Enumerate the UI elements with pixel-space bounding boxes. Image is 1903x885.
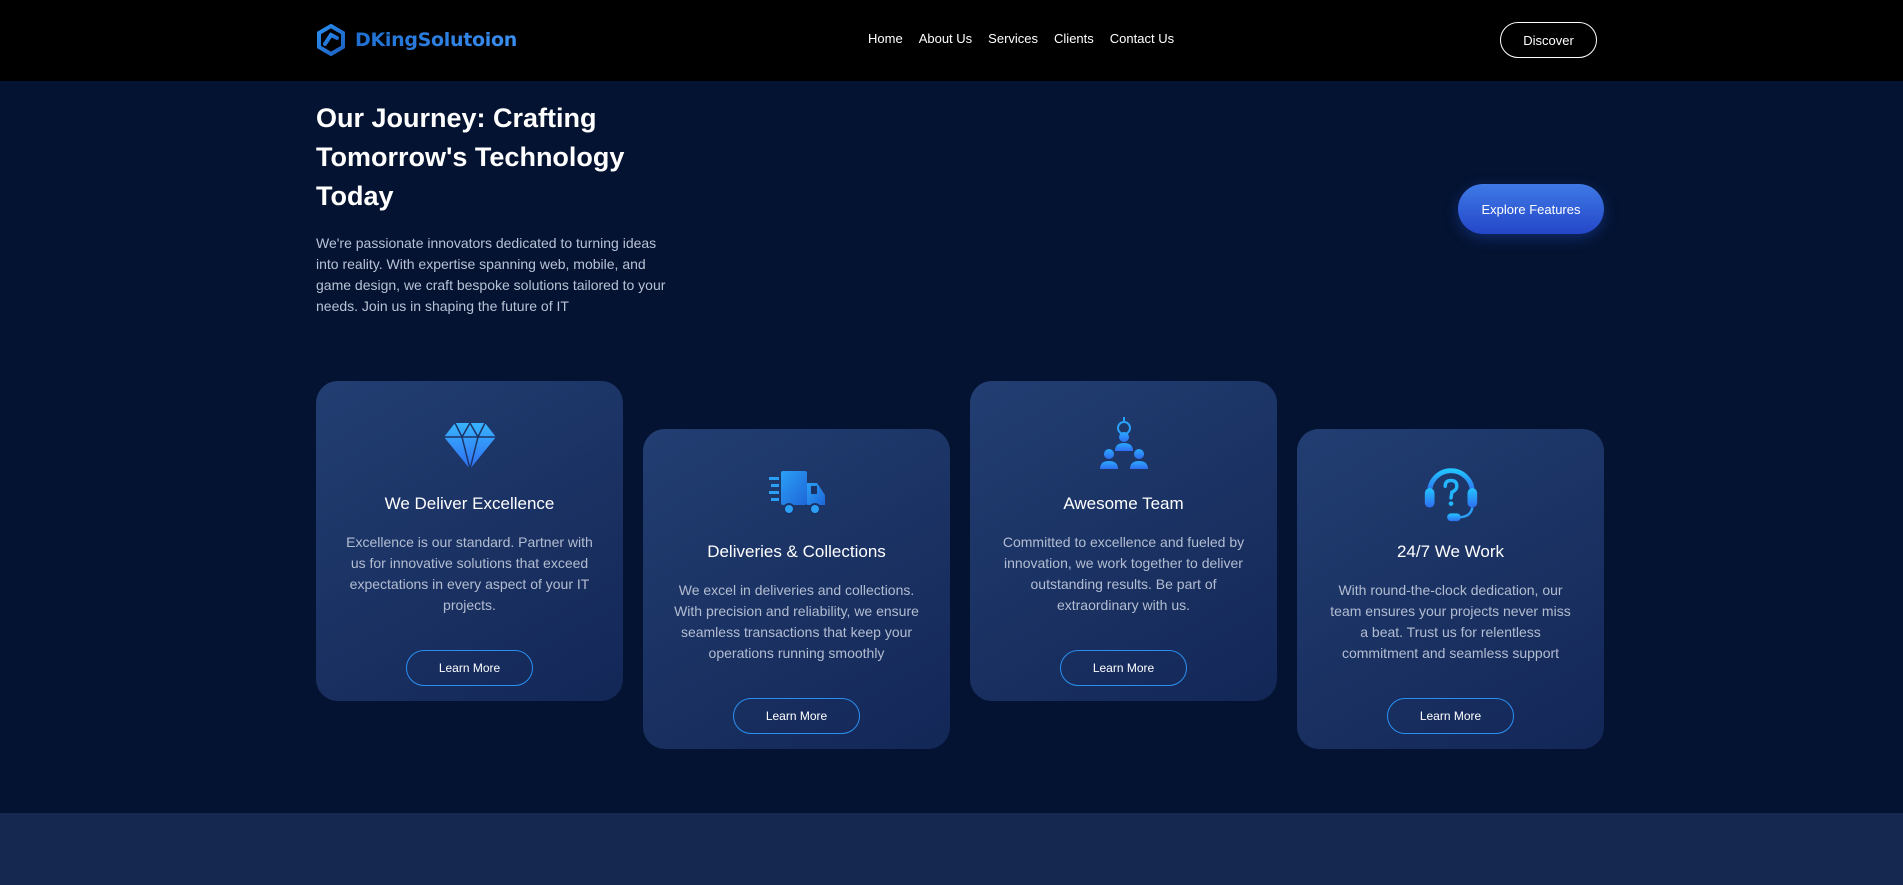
card-title: Awesome Team bbox=[1063, 494, 1184, 513]
card-title: We Deliver Excellence bbox=[384, 494, 555, 513]
headset-support-icon bbox=[1297, 465, 1604, 522]
page-title: Our Journey: Crafting Tomorrow's Technol… bbox=[316, 103, 625, 211]
card-title: Deliveries & Collections bbox=[707, 542, 886, 561]
feature-card-excellence: We Deliver Excellence Excellence is our … bbox=[316, 381, 623, 701]
feature-card-support: 24/7 We Work With round-the-clock dedica… bbox=[1297, 429, 1604, 749]
nav-home[interactable]: Home bbox=[868, 31, 903, 46]
card-text: We excel in deliveries and collections. … bbox=[674, 582, 919, 661]
card-text: Committed to excellence and fueled by in… bbox=[1002, 534, 1245, 613]
next-section-band bbox=[0, 813, 1903, 885]
card-text: With round-the-clock dedication, our tea… bbox=[1330, 582, 1571, 661]
feature-card-deliveries: Deliveries & Collections We excel in del… bbox=[643, 429, 950, 749]
nav-contact-us[interactable]: Contact Us bbox=[1110, 31, 1174, 46]
learn-more-button[interactable]: Learn More bbox=[406, 650, 533, 686]
diamond-icon bbox=[316, 417, 623, 473]
learn-more-button[interactable]: Learn More bbox=[1060, 650, 1187, 686]
feature-card-team: Awesome Team Committed to excellence and… bbox=[970, 381, 1277, 701]
main-nav: Home About Us Services Clients Contact U… bbox=[868, 31, 1174, 46]
card-title: 24/7 We Work bbox=[1396, 542, 1505, 561]
logo-text: DKingSolutoion bbox=[355, 29, 517, 51]
team-icon bbox=[970, 417, 1277, 473]
learn-more-button[interactable]: Learn More bbox=[733, 698, 860, 734]
top-navigation-bar: DKingSolutoion Home About Us Services Cl… bbox=[0, 0, 1903, 81]
nav-clients[interactable]: Clients bbox=[1054, 31, 1094, 46]
brand-logo[interactable]: DKingSolutoion bbox=[315, 23, 517, 57]
hero-description: We're passionate innovators dedicated to… bbox=[316, 235, 666, 314]
discover-button[interactable]: Discover bbox=[1500, 22, 1597, 58]
learn-more-button[interactable]: Learn More bbox=[1387, 698, 1514, 734]
logo-icon bbox=[315, 24, 347, 56]
truck-icon bbox=[643, 465, 950, 521]
explore-features-button[interactable]: Explore Features bbox=[1458, 184, 1604, 234]
card-text: Excellence is our standard. Partner with… bbox=[346, 534, 593, 613]
nav-about-us[interactable]: About Us bbox=[919, 31, 972, 46]
nav-services[interactable]: Services bbox=[988, 31, 1038, 46]
